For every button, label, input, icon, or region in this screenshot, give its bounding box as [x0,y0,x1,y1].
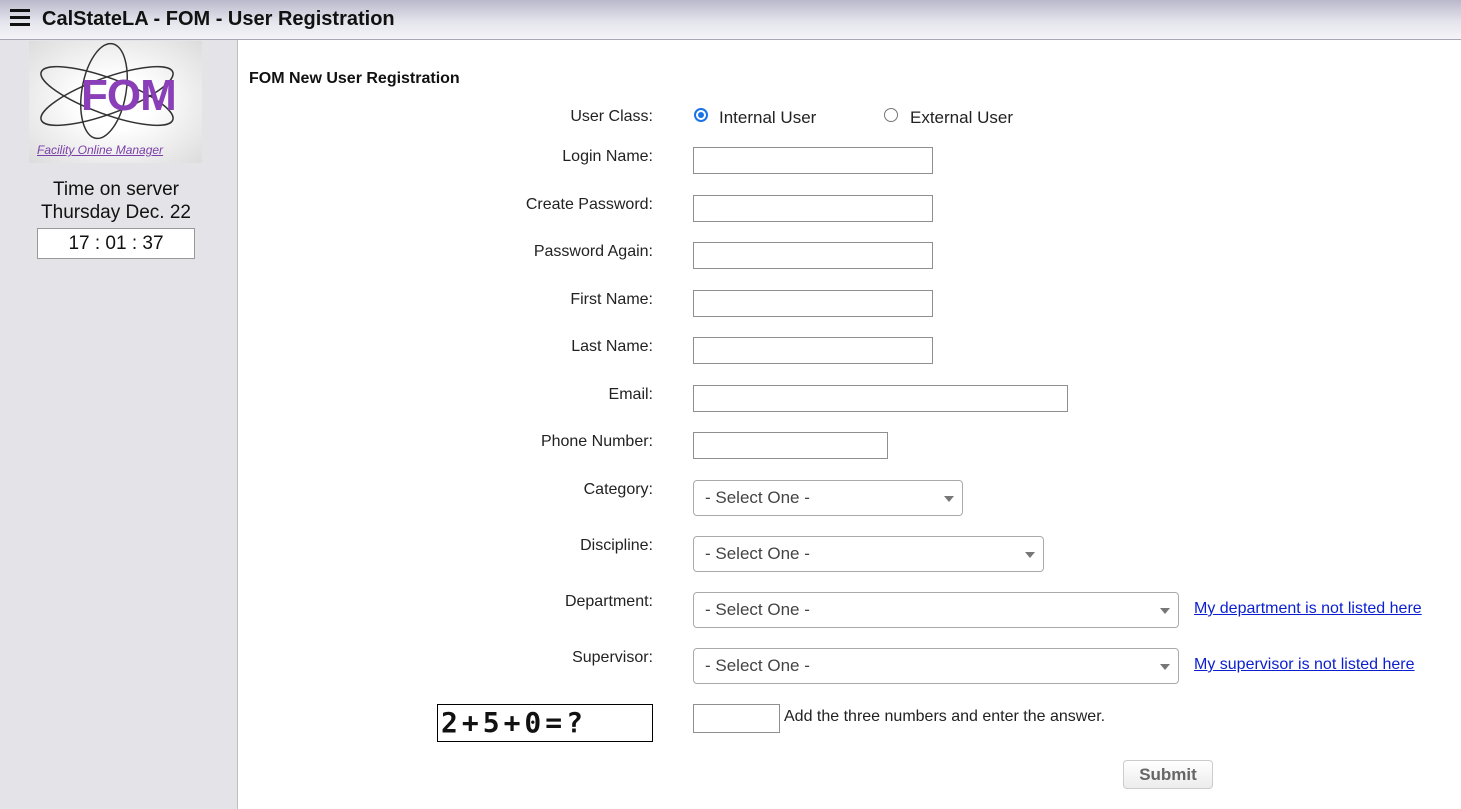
captcha-image: 2+5+0=? [437,704,653,742]
category-label: Category: [583,481,653,498]
department-label: Department: [564,593,653,610]
create-password-label: Create Password: [525,196,653,213]
fom-logo: FOM Facility Online Manager [29,41,202,163]
chevron-down-icon [1025,552,1035,558]
login-name-label: Login Name: [562,148,653,165]
page-title: CalStateLA - FOM - User Registration [42,8,395,30]
first-name-input[interactable] [693,290,933,317]
discipline-value: - Select One - [705,544,810,563]
supervisor-label: Supervisor: [572,649,653,666]
form-heading: FOM New User Registration [249,70,460,87]
last-name-input[interactable] [693,337,933,364]
captcha-answer-input[interactable] [693,704,780,733]
server-clock: 17 : 01 : 37 [37,228,195,259]
password-again-label: Password Again: [533,243,653,260]
create-password-input[interactable] [693,195,933,222]
phone-label: Phone Number: [540,433,653,450]
user-class-label: User Class: [570,108,653,125]
hamburger-icon[interactable] [10,9,30,27]
email-label: Email: [608,386,653,403]
chevron-down-icon [944,496,954,502]
email-input[interactable] [693,385,1068,412]
server-date: Thursday Dec. 22 [41,202,191,223]
supervisor-value: - Select One - [705,656,810,675]
logo-subtitle: Facility Online Manager [37,143,164,157]
external-user-label[interactable]: External User [910,108,1013,128]
internal-user-label[interactable]: Internal User [719,108,816,128]
first-name-label: First Name: [570,291,653,308]
time-label: Time on server [53,179,179,200]
chevron-down-icon [1160,664,1170,670]
discipline-select[interactable]: - Select One - [693,536,1044,572]
supervisor-select[interactable]: - Select One - [693,648,1179,684]
password-again-input[interactable] [693,242,933,269]
external-user-radio[interactable] [884,108,898,122]
supervisor-not-listed-link[interactable]: My supervisor is not listed here [1194,656,1415,674]
internal-user-radio[interactable] [694,108,708,122]
category-value: - Select One - [705,488,810,507]
sidebar: FOM Facility Online Manager Time on serv… [0,40,238,809]
department-value: - Select One - [705,600,810,619]
captcha-hint: Add the three numbers and enter the answ… [784,708,1106,725]
title-bar: CalStateLA - FOM - User Registration [0,0,1461,40]
chevron-down-icon [1160,608,1170,614]
category-select[interactable]: - Select One - [693,480,963,516]
logo-text: FOM [81,71,177,120]
phone-input[interactable] [693,432,888,459]
last-name-label: Last Name: [571,338,653,355]
submit-button[interactable]: Submit [1123,760,1213,789]
department-select[interactable]: - Select One - [693,592,1179,628]
login-name-input[interactable] [693,147,933,174]
discipline-label: Discipline: [580,537,653,554]
department-not-listed-link[interactable]: My department is not listed here [1194,600,1422,618]
